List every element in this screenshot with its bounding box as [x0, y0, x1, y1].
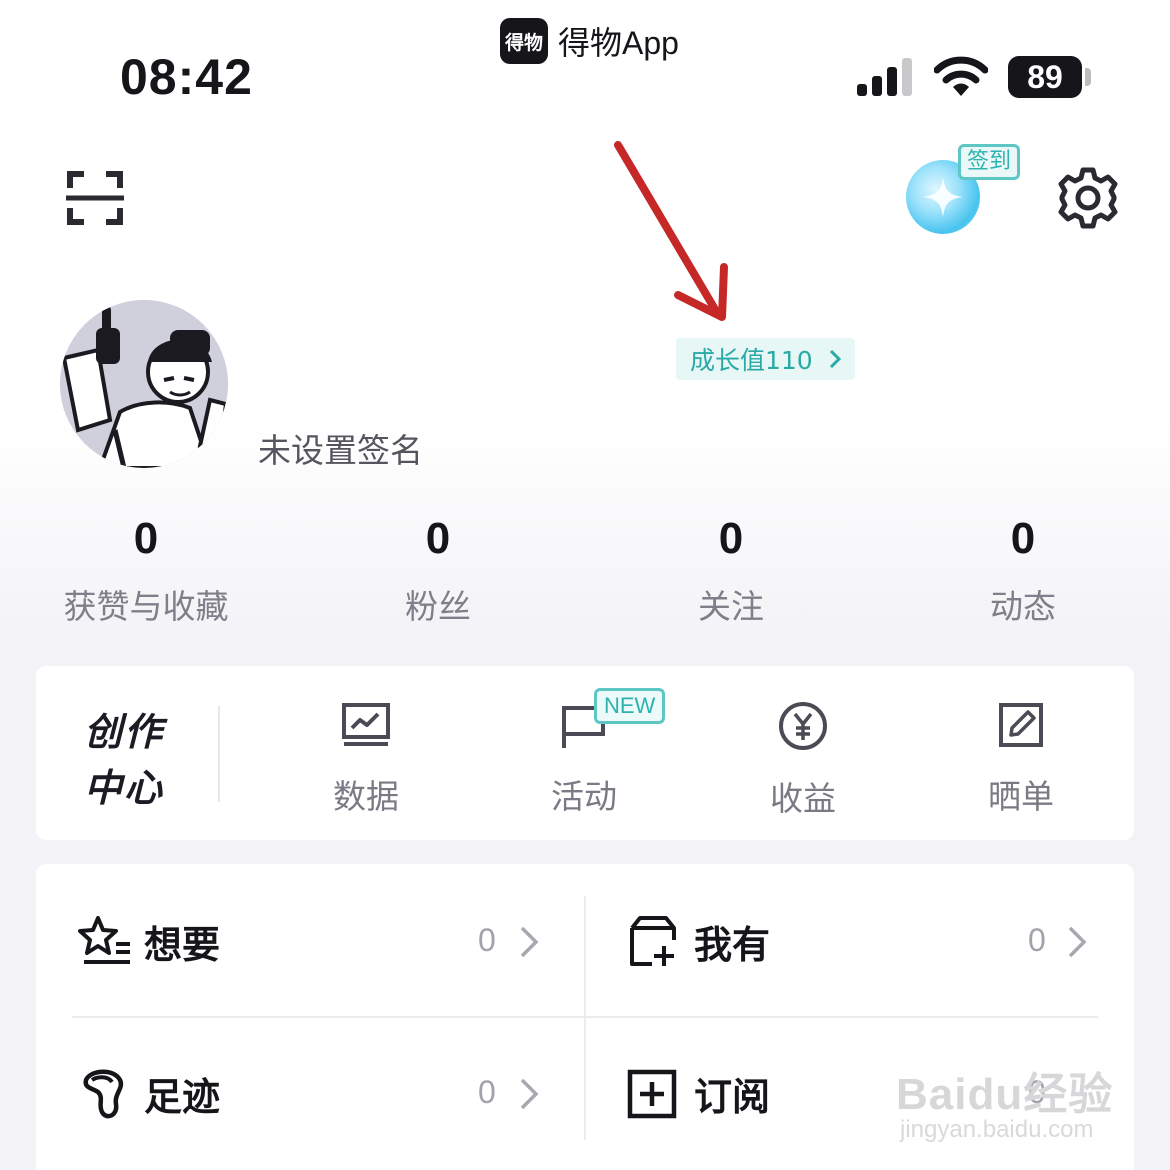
tool-label: 晒单 [988, 777, 1054, 816]
growth-value-badge[interactable]: 成长值110 [676, 338, 855, 380]
watermark: Baidu经验 [896, 1070, 1114, 1119]
tool-data[interactable]: 数据 [291, 700, 441, 818]
app-name: 得物App [558, 25, 679, 61]
signature-text[interactable]: 未设置签名 [258, 424, 423, 472]
stat-value: 0 [133, 514, 159, 563]
box-add-icon [630, 916, 676, 966]
status-time: 08:42 [120, 49, 253, 105]
stat-value: 0 [425, 514, 451, 563]
star-list-icon [78, 916, 130, 964]
chevron-right-icon [1068, 926, 1087, 958]
scan-icon[interactable] [66, 170, 124, 226]
chevron-right-icon [520, 1078, 539, 1110]
tool-label: 数据 [333, 777, 399, 816]
footprint-icon [83, 1069, 124, 1119]
list-item-label: 想要 [144, 923, 221, 967]
divider [72, 1016, 1098, 1018]
list-item-count: 0 [1028, 922, 1046, 958]
avatar-illustration [60, 300, 228, 468]
watermark-url: jingyan.baidu.com [900, 1116, 1094, 1143]
gear-icon[interactable] [1056, 166, 1120, 230]
stat-label: 获赞与收藏 [63, 587, 229, 626]
stat-value: 0 [1010, 514, 1036, 563]
divider [584, 896, 586, 1140]
app-logo: 得物 [500, 18, 548, 64]
chevron-right-icon [520, 926, 539, 958]
list-item-wants[interactable]: 想要 0 [72, 910, 552, 974]
annotation-arrow [614, 141, 728, 321]
stat-label: 关注 [698, 587, 764, 626]
battery-tip [1085, 68, 1091, 86]
list-item-label: 订阅 [694, 1075, 771, 1119]
new-badge: NEW [594, 688, 666, 724]
stat-likes-favorites[interactable]: 0 获赞与收藏 [21, 514, 271, 628]
data-chart-icon [342, 703, 390, 746]
stat-posts[interactable]: 0 动态 [898, 514, 1148, 628]
creator-title-line1: 创作 [84, 710, 165, 754]
tool-label: 活动 [551, 777, 617, 816]
signal-icon [857, 58, 912, 96]
list-item-label: 足迹 [144, 1075, 221, 1119]
subscribe-plus-icon [627, 1069, 677, 1119]
list-item-owned[interactable]: 我有 0 [622, 910, 1102, 974]
wifi-icon [934, 56, 988, 96]
creator-title-line2: 中心 [84, 766, 165, 810]
battery-icon: 89 [1008, 56, 1082, 98]
chevron-right-icon [829, 349, 841, 369]
stat-fans[interactable]: 0 粉丝 [313, 514, 563, 628]
stat-label: 粉丝 [405, 587, 471, 626]
edit-icon [999, 703, 1043, 747]
tool-showcase[interactable]: 晒单 [946, 700, 1096, 818]
creator-center-title[interactable]: 创作 中心 [84, 704, 164, 816]
divider [218, 706, 220, 802]
tool-earnings[interactable]: 收益 [728, 700, 878, 820]
stat-value: 0 [718, 514, 744, 563]
list-item-count: 0 [478, 1074, 496, 1110]
yuan-icon [779, 702, 827, 750]
signin-badge[interactable]: 签到 [958, 144, 1021, 180]
avatar[interactable] [60, 300, 228, 468]
stat-label: 动态 [990, 587, 1056, 626]
tool-label: 收益 [770, 779, 836, 818]
list-item-label: 我有 [694, 923, 771, 967]
growth-value-label: 成长值110 [690, 346, 813, 375]
list-item-footprint[interactable]: 足迹 0 [72, 1062, 552, 1126]
app-indicator: 得物 得物App [500, 18, 679, 64]
list-item-count: 0 [478, 922, 496, 958]
stat-following[interactable]: 0 关注 [606, 514, 856, 628]
